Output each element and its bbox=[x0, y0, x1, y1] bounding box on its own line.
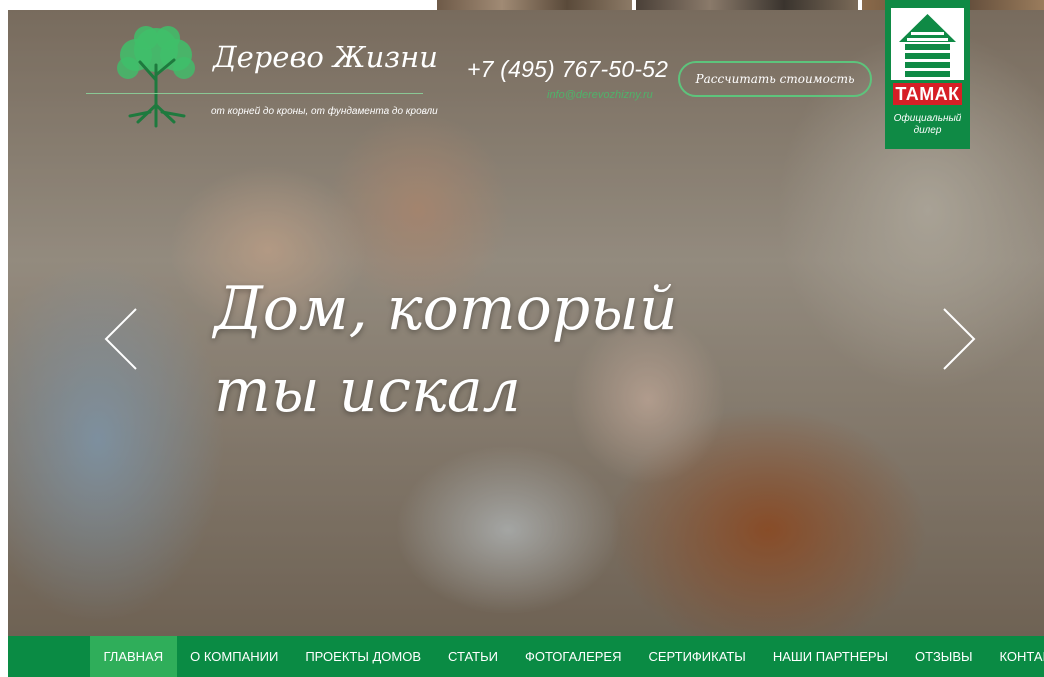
calculate-cost-button[interactable]: Рассчитать стоимость bbox=[678, 61, 872, 97]
site-logo[interactable]: Дерево Жизни от корней до кроны, от фунд… bbox=[86, 20, 438, 130]
nav-item-articles[interactable]: СТАТЬИ bbox=[435, 636, 512, 677]
slogan-line-1: Дом, который bbox=[214, 274, 678, 344]
nav-item-certificates[interactable]: СЕРТИФИКАТЫ bbox=[635, 636, 759, 677]
thumbnail-image[interactable] bbox=[636, 0, 858, 10]
dealer-caption-line-1: Официальный bbox=[893, 113, 962, 124]
nav-item-reviews[interactable]: ОТЗЫВЫ bbox=[902, 636, 986, 677]
nav-item-gallery[interactable]: ФОТОГАЛЕРЕЯ bbox=[511, 636, 635, 677]
email-link[interactable]: info@derevozhizny.ru bbox=[547, 89, 653, 101]
thumbnail-image[interactable] bbox=[437, 0, 632, 10]
nav-item-about[interactable]: О КОМПАНИИ bbox=[177, 636, 292, 677]
dealer-brand-name: ТАМАК bbox=[893, 83, 962, 105]
slogan-line-2: ты искал bbox=[214, 356, 521, 426]
main-navigation: ГЛАВНАЯ О КОМПАНИИ ПРОЕКТЫ ДОМОВ СТАТЬИ … bbox=[8, 636, 1044, 677]
tree-logo-icon bbox=[117, 26, 195, 128]
logo-divider bbox=[86, 93, 423, 94]
nav-item-home[interactable]: ГЛАВНАЯ bbox=[90, 636, 177, 677]
logo-tagline: от корней до кроны, от фундамента до кро… bbox=[211, 106, 438, 117]
dealer-caption: Официальный дилер bbox=[885, 113, 970, 137]
official-dealer-badge[interactable]: ТАМАК Официальный дилер bbox=[885, 0, 970, 149]
nav-item-contacts[interactable]: КОНТАКТЫ bbox=[986, 636, 1044, 677]
dealer-caption-line-2: дилер bbox=[913, 125, 942, 136]
house-logo-icon bbox=[891, 8, 964, 80]
logo-title: Дерево Жизни bbox=[213, 40, 438, 74]
hero-slogan: Дом, который ты искал bbox=[214, 268, 678, 432]
nav-item-house-projects[interactable]: ПРОЕКТЫ ДОМОВ bbox=[292, 636, 435, 677]
nav-item-partners[interactable]: НАШИ ПАРТНЕРЫ bbox=[759, 636, 901, 677]
nav-list: ГЛАВНАЯ О КОМПАНИИ ПРОЕКТЫ ДОМОВ СТАТЬИ … bbox=[90, 636, 1044, 677]
phone-number[interactable]: +7 (495) 767-50-52 bbox=[467, 56, 668, 83]
chevron-left-icon[interactable] bbox=[104, 307, 138, 371]
chevron-right-icon[interactable] bbox=[942, 307, 976, 371]
